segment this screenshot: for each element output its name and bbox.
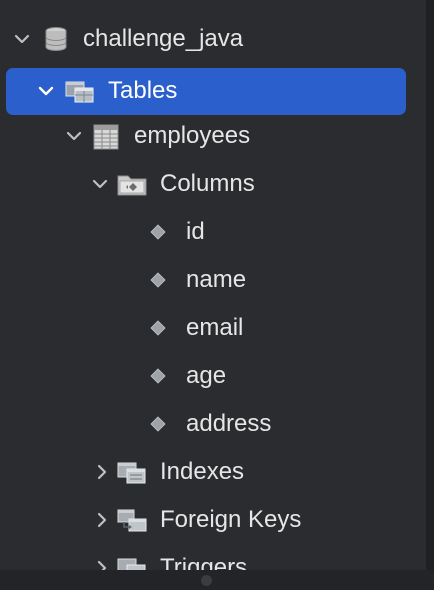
- chevron-down-icon[interactable]: [36, 81, 56, 101]
- foreign-keys-label: Foreign Keys: [160, 506, 302, 533]
- column-label: age: [186, 362, 227, 389]
- panel-edge: [426, 0, 434, 570]
- column-label: address: [186, 410, 272, 437]
- chevron-down-icon[interactable]: [90, 174, 110, 194]
- chevron-down-icon[interactable]: [12, 29, 32, 49]
- tree-row-columns[interactable]: Columns: [0, 161, 420, 207]
- column-label: id: [186, 218, 205, 245]
- tables-folder-icon: [65, 81, 94, 103]
- table-label: employees: [134, 122, 251, 149]
- scroll-indicator[interactable]: [201, 575, 212, 586]
- tree-row-table-employees[interactable]: employees: [0, 113, 420, 159]
- foreign-keys-icon: [117, 509, 147, 532]
- triggers-folder-icon: [117, 558, 146, 570]
- database-icon: [45, 27, 67, 52]
- chevron-right-icon[interactable]: [92, 510, 112, 530]
- bottom-scroll-area: [0, 570, 434, 590]
- tree-row-foreign-keys[interactable]: Foreign Keys: [0, 497, 420, 543]
- column-label: email: [186, 314, 244, 341]
- tree-row-tables[interactable]: Tables: [0, 68, 420, 114]
- tree-row-indexes[interactable]: Indexes: [0, 449, 420, 495]
- tree-row-column-name[interactable]: name: [0, 257, 420, 303]
- tree-row-column-age[interactable]: age: [0, 353, 420, 399]
- chevron-down-icon[interactable]: [64, 126, 84, 146]
- tree-row-database[interactable]: challenge_java: [0, 16, 420, 62]
- chevron-right-icon[interactable]: [92, 462, 112, 482]
- triggers-label: Triggers: [160, 554, 248, 570]
- tree-row-column-id[interactable]: id: [0, 209, 420, 255]
- columns-folder-icon: [117, 175, 147, 196]
- column-diamond-icon: [150, 416, 166, 432]
- column-diamond-icon: [150, 320, 166, 336]
- indexes-folder-icon: [117, 462, 146, 484]
- column-diamond-icon: [150, 368, 166, 384]
- column-diamond-icon: [150, 272, 166, 288]
- column-diamond-icon: [150, 224, 166, 240]
- tree-row-column-address[interactable]: address: [0, 401, 420, 447]
- chevron-right-icon[interactable]: [92, 558, 112, 570]
- database-label: challenge_java: [83, 25, 244, 52]
- table-grid-icon: [93, 124, 119, 150]
- indexes-label: Indexes: [160, 458, 245, 485]
- column-label: name: [186, 266, 247, 293]
- database-navigator-tree: challenge_java Tables employees Columns …: [0, 0, 434, 570]
- columns-label: Columns: [160, 170, 255, 197]
- tables-label: Tables: [108, 77, 178, 104]
- tree-row-triggers[interactable]: Triggers: [0, 545, 420, 570]
- tree-row-column-email[interactable]: email: [0, 305, 420, 351]
